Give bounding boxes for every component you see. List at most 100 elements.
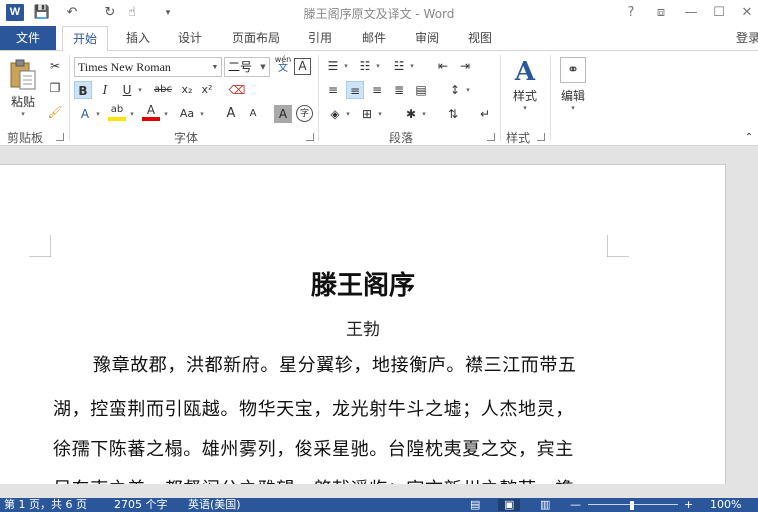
chevron-down-icon: ▼ [260,63,266,71]
align-right-icon[interactable]: ≡ [368,81,386,99]
margin-corner-top-left [29,235,51,257]
page-count-status[interactable]: 第 1 页，共 6 页 [4,499,87,511]
numbering-icon[interactable]: ☷ [356,57,374,75]
text-effects-icon[interactable]: A [76,105,94,123]
text-effects-dropdown-icon[interactable]: ▾ [94,105,102,123]
subscript-button[interactable]: x₂ [178,81,196,99]
character-border-button[interactable]: A [294,58,311,75]
change-case-button[interactable]: Aa [176,105,198,123]
paste-button[interactable]: 粘贴 ▾ [6,59,40,119]
zoom-slider-thumb[interactable] [630,501,634,510]
web-layout-icon[interactable]: ▥ [540,499,550,511]
paragraph-line[interactable]: 豫章故郡，洪都新府。星分翼轸，地接衡庐。襟三江而带五 [93,351,577,377]
styles-launcher-icon[interactable] [537,133,545,141]
tab-review[interactable]: 审阅 [405,26,449,50]
paragraph-line[interactable]: 徐孺下陈蕃之榻。雄州雾列，俊采星驰。台隍枕夷夏之交，宾主 [53,435,574,461]
font-launcher-icon[interactable] [306,133,314,141]
decrease-indent-icon[interactable]: ⇤ [434,57,452,75]
phonetic-guide-button[interactable]: wén 文 [274,55,292,77]
show-marks-icon[interactable]: ↵ [476,105,494,123]
strikethrough-button[interactable]: abc [150,81,176,99]
horizontal-scroll-area[interactable] [0,484,758,498]
tab-insert[interactable]: 插入 [116,26,160,50]
tab-design[interactable]: 设计 [168,26,212,50]
clipboard-launcher-icon[interactable] [56,133,64,141]
paste-label: 粘贴 [10,95,35,109]
paragraph-group-label: 段落 [389,131,414,145]
read-mode-icon[interactable]: ▤ [470,499,480,511]
cut-icon[interactable]: ✂ [46,57,64,75]
enclose-characters-button[interactable]: 字 [296,105,313,122]
underline-dropdown-icon[interactable]: ▾ [136,81,144,99]
font-color-button[interactable]: A [142,103,160,121]
tab-references[interactable]: 引用 [298,26,342,50]
multilevel-dropdown-icon[interactable]: ▾ [408,57,416,75]
styles-group-label: 样式 [506,131,531,145]
underline-button[interactable]: U [118,81,136,99]
line-spacing-icon[interactable]: ↕ [446,81,464,99]
sort-icon[interactable]: ⇅ [444,105,462,123]
font-name-combo[interactable]: Times New Roman ▼ [74,57,222,77]
print-layout-icon[interactable]: ▣ [498,499,521,511]
editing-button[interactable]: ⚭ 编辑 ▾ [556,57,590,121]
zoom-out-icon[interactable]: — [570,499,581,511]
borders-icon[interactable]: ⊞ [358,105,376,123]
login-link[interactable]: 登录 [736,26,758,50]
paragraph-launcher-icon[interactable] [487,133,495,141]
chevron-down-icon: ▼ [211,63,219,71]
paragraph-line[interactable]: 湖，控蛮荆而引瓯越。物华天宝，龙光射牛斗之墟；人杰地灵， [53,395,574,421]
character-shading-button[interactable]: A [274,105,292,123]
paragraph-line[interactable]: 尽东南之美。都督阎公之雅望，棨戟遥临；宇文新州之懿范，襜 [53,475,574,484]
styles-button[interactable]: A 样式 ▾ [508,57,542,121]
font-group-label: 字体 [174,131,199,145]
maximize-icon[interactable]: ☐ [708,3,730,23]
document-author[interactable]: 王勃 [0,315,727,340]
tab-home[interactable]: 开始 [62,26,108,51]
font-color-dropdown-icon[interactable]: ▾ [162,105,170,123]
chinese-layout-dropdown-icon[interactable]: ▾ [420,105,428,123]
zoom-level[interactable]: 100% [710,499,741,511]
highlight-dropdown-icon[interactable]: ▾ [128,105,136,123]
ribbon-display-icon[interactable]: ⧈ [650,3,672,23]
tab-file[interactable]: 文件 [0,26,56,50]
minimize-icon[interactable]: — [680,3,702,23]
align-center-icon[interactable]: ≡ [346,81,364,99]
shrink-font-button[interactable]: A [244,105,262,123]
document-page[interactable]: 滕王阁序 王勃 豫章故郡，洪都新府。星分翼轸，地接衡庐。襟三江而带五 湖，控蛮荆… [0,164,726,484]
justify-icon[interactable]: ≣ [390,81,408,99]
clear-formatting-icon[interactable]: ⌫ [228,81,246,99]
italic-button[interactable]: I [96,81,114,99]
language-status[interactable]: 英语(美国) [188,499,241,511]
tab-view[interactable]: 视图 [458,26,502,50]
numbering-dropdown-icon[interactable]: ▾ [374,57,382,75]
borders-dropdown-icon[interactable]: ▾ [376,105,384,123]
tab-page-layout[interactable]: 页面布局 [222,26,290,50]
format-painter-icon[interactable]: 🖌 [46,103,64,121]
align-left-icon[interactable]: ≡ [324,81,342,99]
copy-icon[interactable]: ❐ [46,79,64,97]
grow-font-button[interactable]: A [222,105,240,123]
font-size-combo[interactable]: 二号 ▼ [224,57,270,77]
tab-mailings[interactable]: 邮件 [352,26,396,50]
zoom-in-icon[interactable]: + [684,499,693,511]
line-spacing-dropdown-icon[interactable]: ▾ [464,81,472,99]
shading-dropdown-icon[interactable]: ▾ [344,105,352,123]
change-case-dropdown-icon[interactable]: ▾ [198,105,206,123]
bullets-icon[interactable]: ☰ [324,57,342,75]
distributed-icon[interactable]: ▤ [412,81,430,99]
help-icon[interactable]: ? [620,3,642,23]
document-title[interactable]: 滕王阁序 [0,265,727,302]
collapse-ribbon-icon[interactable]: ⌃ [740,129,758,147]
paste-dropdown-icon: ▾ [21,110,25,118]
multilevel-list-icon[interactable]: ☳ [390,57,408,75]
status-bar: 第 1 页，共 6 页 2705 个字 英语(美国) ▤ ▣ ▥ — + 100… [0,498,758,512]
shading-icon[interactable]: ◈ [326,105,344,123]
close-icon[interactable]: ✕ [736,3,758,23]
chinese-layout-icon[interactable]: ✱ [402,105,420,123]
word-count-status[interactable]: 2705 个字 [114,499,168,511]
bullets-dropdown-icon[interactable]: ▾ [342,57,350,75]
highlight-button[interactable]: ab [108,103,126,121]
increase-indent-icon[interactable]: ⇥ [456,57,474,75]
superscript-button[interactable]: x² [198,81,216,99]
bold-button[interactable]: B [74,81,92,99]
